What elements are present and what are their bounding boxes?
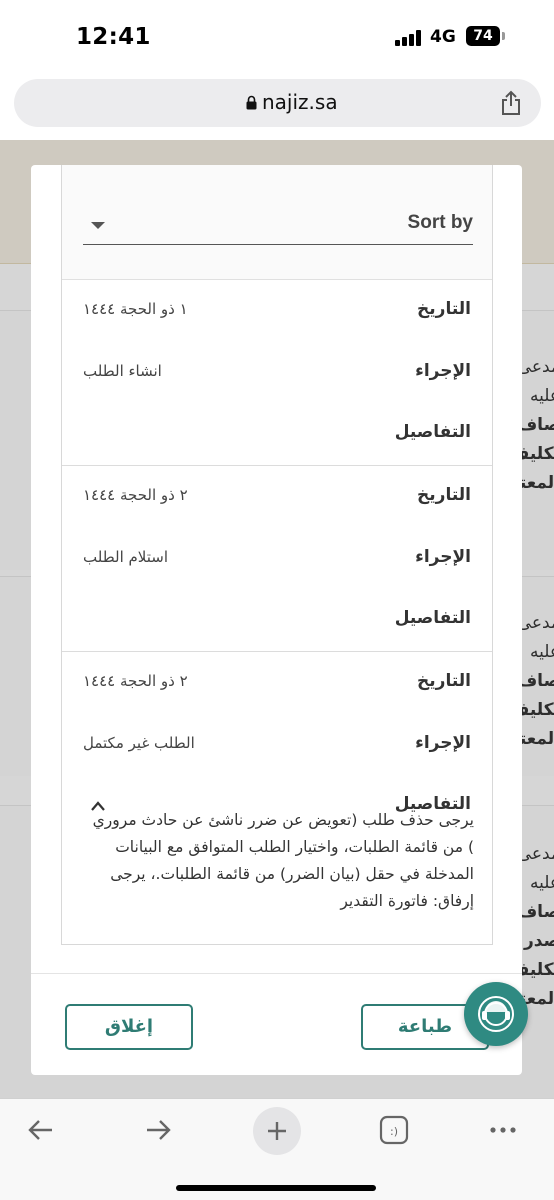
history-entry: التاريخ ٢ ذو الحجة ١٤٤٤ الإجراء استلام ا… bbox=[62, 466, 492, 652]
history-list[interactable]: Sort by التاريخ ١ ذو الحجة ١٤٤٤ الإجراء … bbox=[61, 165, 493, 945]
details-label: التفاصيل bbox=[394, 422, 471, 442]
sort-by-select[interactable]: Sort by bbox=[83, 205, 473, 245]
signal-icon bbox=[395, 30, 423, 46]
close-button[interactable]: إغلاق bbox=[65, 1004, 193, 1050]
action-row: الإجراء انشاء الطلب bbox=[62, 359, 492, 389]
date-label: التاريخ bbox=[417, 485, 471, 505]
sort-by-label: Sort by bbox=[407, 212, 473, 233]
details-row[interactable]: التفاصيل bbox=[62, 606, 492, 636]
action-row: الإجراء الطلب غير مكتمل bbox=[62, 731, 492, 761]
details-text: يرجى حذف طلب (تعويض عن ضرر ناشئ عن حادث … bbox=[92, 811, 474, 910]
date-row: التاريخ ٢ ذو الحجة ١٤٤٤ bbox=[62, 483, 492, 513]
date-value: ١ ذو الحجة ١٤٤٤ bbox=[83, 300, 188, 318]
action-value: استلام الطلب bbox=[83, 548, 169, 566]
history-entry: التاريخ ١ ذو الحجة ١٤٤٤ الإجراء انشاء ال… bbox=[62, 280, 492, 466]
date-value: ٢ ذو الحجة ١٤٤٤ bbox=[83, 672, 188, 690]
sort-caret-icon bbox=[91, 222, 105, 229]
address-bar[interactable]: najiz.sa bbox=[14, 79, 541, 127]
tabs-icon[interactable]: :) bbox=[377, 1113, 411, 1147]
battery-level: 74 bbox=[466, 26, 500, 46]
date-label: التاريخ bbox=[417, 299, 471, 319]
share-icon[interactable] bbox=[499, 90, 523, 116]
action-label: الإجراء bbox=[415, 733, 471, 753]
forward-arrow-icon[interactable] bbox=[141, 1113, 175, 1147]
date-label: التاريخ bbox=[417, 671, 471, 691]
sort-section: Sort by bbox=[62, 165, 492, 280]
action-value: الطلب غير مكتمل bbox=[83, 734, 195, 752]
history-modal: Sort by التاريخ ١ ذو الحجة ١٤٤٤ الإجراء … bbox=[31, 165, 522, 1075]
new-tab-icon bbox=[268, 1122, 286, 1140]
network-type: 4G bbox=[430, 27, 456, 47]
date-row: التاريخ ١ ذو الحجة ١٤٤٤ bbox=[62, 297, 492, 327]
back-arrow-icon[interactable] bbox=[24, 1113, 58, 1147]
status-bar: 12:41 4G 74 bbox=[0, 0, 554, 70]
details-row[interactable]: التفاصيل bbox=[62, 420, 492, 450]
modal-footer: طباعة إغلاق bbox=[31, 973, 522, 1075]
support-chat-button[interactable] bbox=[464, 982, 528, 1046]
action-label: الإجراء bbox=[415, 547, 471, 567]
support-agent-icon bbox=[478, 996, 514, 1032]
url-text: najiz.sa bbox=[262, 90, 338, 114]
action-label: الإجراء bbox=[415, 361, 471, 381]
date-value: ٢ ذو الحجة ١٤٤٤ bbox=[83, 486, 188, 504]
home-indicator bbox=[176, 1185, 376, 1191]
battery-tip bbox=[502, 32, 505, 40]
details-label: التفاصيل bbox=[394, 608, 471, 628]
new-tab-button[interactable] bbox=[253, 1107, 301, 1155]
action-value: انشاء الطلب bbox=[83, 362, 162, 380]
svg-text::): :) bbox=[390, 1125, 398, 1138]
action-row: الإجراء استلام الطلب bbox=[62, 545, 492, 575]
clock: 12:41 bbox=[76, 24, 151, 50]
more-icon[interactable] bbox=[486, 1113, 520, 1147]
lock-icon bbox=[246, 95, 257, 110]
date-row: التاريخ ٢ ذو الحجة ١٤٤٤ bbox=[62, 669, 492, 699]
